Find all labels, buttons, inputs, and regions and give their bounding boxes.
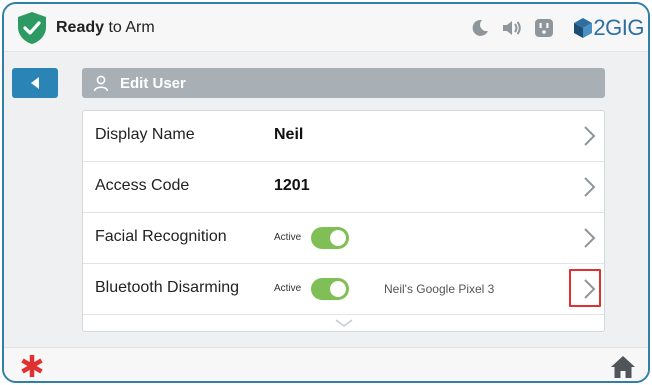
facial-recognition-toggle[interactable] [311,227,349,249]
arm-status-bold: Ready [56,19,105,36]
status-bar: Ready to Arm 2GIG [4,4,648,52]
back-arrow-icon [31,77,39,89]
scroll-down-chevron-icon[interactable] [334,318,354,328]
back-button[interactable] [12,68,58,98]
outlet-icon[interactable] [529,13,559,43]
cube-icon [574,18,593,38]
arm-status-rest: to Arm [104,19,155,36]
chevron-right-icon[interactable] [577,277,601,301]
brand-logo: 2GIG [573,15,644,41]
row-label: Facial Recognition [95,228,227,245]
chevron-right-icon[interactable] [577,226,601,250]
main-content: Edit User Display Name Neil Access Code … [4,52,648,347]
panel-frame: Ready to Arm 2GIG Edit User Display Name… [2,2,650,383]
row-value: 1201 [274,177,310,194]
speaker-icon[interactable] [497,13,527,43]
row-facial-recognition[interactable]: Facial Recognition Active [83,213,604,264]
chevron-right-icon[interactable] [577,175,601,199]
shield-check-icon[interactable] [16,11,48,45]
chevron-right-icon[interactable] [577,124,601,148]
row-label: Bluetooth Disarming [95,279,240,296]
paired-device-name: Neil's Google Pixel 3 [384,282,495,296]
home-icon[interactable] [610,355,636,379]
user-icon [93,75,109,92]
row-value: Neil [274,126,304,143]
page-header: Edit User [82,68,605,98]
active-status: Active [274,283,302,294]
active-status: Active [274,232,302,243]
arm-status[interactable]: Ready to Arm [56,19,155,37]
user-settings-list: Display Name Neil Access Code 1201 Facia… [82,110,605,332]
top-icons: 2GIG [463,4,644,52]
brand-name: 2GIG [593,15,644,40]
emergency-star-icon[interactable] [18,352,46,380]
row-label: Access Code [95,177,190,194]
row-label: Display Name [95,126,195,143]
bottom-bar [4,347,648,381]
row-bluetooth-disarming[interactable]: Bluetooth Disarming Active Neil's Google… [83,264,604,315]
bluetooth-disarming-toggle[interactable] [311,278,349,300]
page-title: Edit User [120,74,186,92]
moon-icon[interactable] [465,13,495,43]
row-display-name[interactable]: Display Name Neil [83,111,604,162]
row-access-code[interactable]: Access Code 1201 [83,162,604,213]
